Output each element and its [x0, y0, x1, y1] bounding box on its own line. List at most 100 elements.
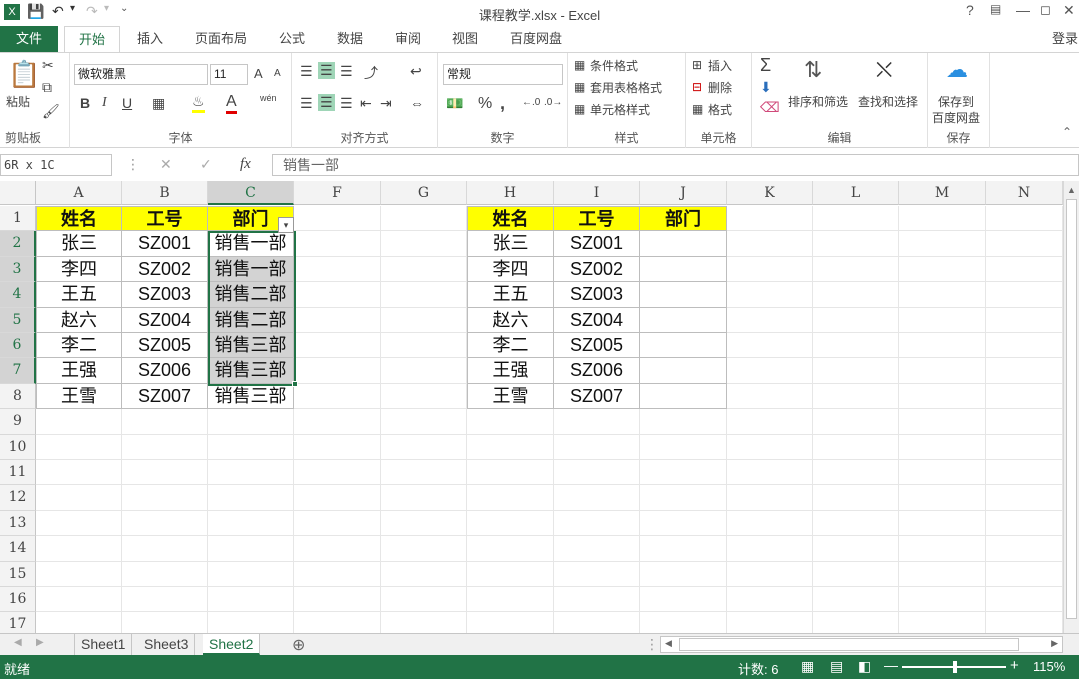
table2-cell[interactable]: [640, 256, 727, 283]
table1-header-cell[interactable]: 工号: [122, 206, 208, 232]
select-all-corner[interactable]: [0, 181, 36, 205]
page-layout-view-icon[interactable]: ▤: [830, 658, 843, 675]
table2-cell[interactable]: 赵六: [467, 307, 554, 333]
baidu-netdisk-button[interactable]: 百度网盘: [932, 109, 980, 126]
row-header-1[interactable]: 1: [0, 206, 36, 232]
align-top-icon[interactable]: ☰: [300, 63, 313, 80]
column-header-l[interactable]: L: [813, 181, 899, 205]
table2-cell[interactable]: [640, 383, 727, 410]
comma-button[interactable]: ,: [500, 93, 505, 114]
align-left-icon[interactable]: ☰: [300, 95, 313, 112]
sheet-tab-sheet3[interactable]: Sheet3: [138, 634, 196, 655]
row-header-3[interactable]: 3: [0, 256, 36, 283]
page-break-view-icon[interactable]: ◧: [858, 658, 871, 675]
shrink-font-button[interactable]: A: [274, 68, 281, 79]
column-header-m[interactable]: M: [899, 181, 986, 205]
table2-cell[interactable]: SZ007: [554, 383, 640, 410]
table2-cell[interactable]: 王五: [467, 282, 554, 308]
row-header-10[interactable]: 10: [0, 434, 36, 460]
format-painter-icon[interactable]: 🖌: [42, 103, 60, 120]
decrease-indent-icon[interactable]: ⇤: [360, 95, 372, 112]
table2-cell[interactable]: [640, 307, 727, 333]
table2-cell[interactable]: SZ002: [554, 256, 640, 283]
maximize-icon[interactable]: ◻: [1040, 2, 1051, 18]
font-name-select[interactable]: 微软雅黑: [74, 64, 208, 85]
tab-splitter-icon[interactable]: ⋮: [645, 636, 659, 653]
table2-cell[interactable]: 张三: [467, 231, 554, 257]
column-header-i[interactable]: I: [554, 181, 640, 205]
zoom-in-icon[interactable]: +: [1010, 657, 1019, 674]
table1-cell[interactable]: 张三: [36, 231, 122, 257]
signin-link[interactable]: 登录: [1050, 26, 1079, 52]
increase-decimal-icon[interactable]: ←.0: [522, 97, 540, 108]
column-header-b[interactable]: B: [122, 181, 208, 205]
table2-cell[interactable]: SZ004: [554, 307, 640, 333]
table2-cell[interactable]: 李二: [467, 333, 554, 359]
zoom-slider-thumb[interactable]: [953, 661, 957, 673]
phonetic-button[interactable]: wén: [260, 93, 277, 103]
table1-header-cell[interactable]: 姓名: [36, 206, 122, 232]
tab-review[interactable]: 审阅: [384, 26, 432, 52]
table1-cell[interactable]: 赵六: [36, 307, 122, 333]
format-cells-button[interactable]: 格式: [708, 101, 732, 118]
row-header-4[interactable]: 4: [0, 282, 36, 308]
table1-cell[interactable]: SZ002: [122, 256, 208, 283]
zoom-level[interactable]: 115%: [1033, 659, 1065, 674]
horizontal-scroll-thumb[interactable]: [679, 638, 1019, 651]
insert-function-button[interactable]: fx: [240, 156, 251, 173]
column-header-j[interactable]: J: [640, 181, 727, 205]
tab-baidu-netdisk[interactable]: 百度网盘: [500, 26, 572, 52]
number-format-select[interactable]: 常规: [443, 64, 563, 85]
table1-cell[interactable]: 销售三部: [208, 333, 294, 359]
paste-icon[interactable]: 📋: [8, 59, 40, 90]
row-header-16[interactable]: 16: [0, 587, 36, 613]
table2-cell[interactable]: SZ005: [554, 333, 640, 359]
row-header-5[interactable]: 5: [0, 307, 36, 333]
tab-page-layout[interactable]: 页面布局: [186, 26, 256, 52]
table1-cell[interactable]: 销售一部: [208, 256, 294, 283]
table1-cell[interactable]: SZ007: [122, 383, 208, 410]
border-icon[interactable]: ▦: [152, 95, 165, 112]
table1-cell[interactable]: 销售二部: [208, 282, 294, 308]
minimize-icon[interactable]: —: [1016, 2, 1030, 18]
table1-cell[interactable]: 王五: [36, 282, 122, 308]
paste-button[interactable]: 粘贴: [6, 93, 30, 110]
autosum-icon[interactable]: Σ: [760, 55, 771, 76]
bold-button[interactable]: B: [80, 95, 90, 111]
table2-header-cell[interactable]: 部门: [640, 206, 727, 232]
table1-cell[interactable]: SZ004: [122, 307, 208, 333]
row-header-15[interactable]: 15: [0, 561, 36, 587]
table1-cell[interactable]: 销售一部: [208, 231, 294, 257]
table1-cell[interactable]: SZ003: [122, 282, 208, 308]
collapse-ribbon-icon[interactable]: ⌃: [1062, 125, 1072, 139]
normal-view-icon[interactable]: ▦: [801, 658, 814, 675]
sheet-tab-sheet2[interactable]: Sheet2: [203, 634, 261, 655]
font-color-button[interactable]: A: [226, 93, 237, 114]
table1-cell[interactable]: 王强: [36, 358, 122, 384]
table1-cell[interactable]: 销售三部: [208, 358, 294, 384]
currency-icon[interactable]: 💵: [446, 95, 463, 112]
table2-cell[interactable]: 王强: [467, 358, 554, 384]
row-header-11[interactable]: 11: [0, 460, 36, 486]
row-header-8[interactable]: 8: [0, 383, 36, 410]
fill-color-icon[interactable]: ♨: [192, 93, 205, 113]
tab-insert[interactable]: 插入: [126, 26, 174, 52]
clear-icon[interactable]: ⌫: [760, 99, 780, 116]
prev-sheet-icon[interactable]: ◀: [14, 637, 22, 648]
table1-cell[interactable]: 销售二部: [208, 307, 294, 333]
help-button[interactable]: ?: [966, 2, 974, 18]
column-header-n[interactable]: N: [986, 181, 1063, 205]
table2-cell[interactable]: SZ006: [554, 358, 640, 384]
row-header-2[interactable]: 2: [0, 231, 36, 257]
table2-header-cell[interactable]: 工号: [554, 206, 640, 232]
format-as-table-button[interactable]: 套用表格格式: [590, 79, 662, 96]
zoom-out-icon[interactable]: —: [884, 657, 898, 673]
align-bottom-icon[interactable]: ☰: [340, 63, 353, 80]
table1-cell[interactable]: 王雪: [36, 383, 122, 410]
increase-indent-icon[interactable]: ⇥: [380, 95, 392, 112]
name-box[interactable]: 6R x 1C: [0, 154, 112, 176]
italic-button[interactable]: I: [102, 95, 107, 111]
align-right-icon[interactable]: ☰: [340, 95, 353, 112]
table1-cell[interactable]: SZ006: [122, 358, 208, 384]
row-header-6[interactable]: 6: [0, 333, 36, 359]
